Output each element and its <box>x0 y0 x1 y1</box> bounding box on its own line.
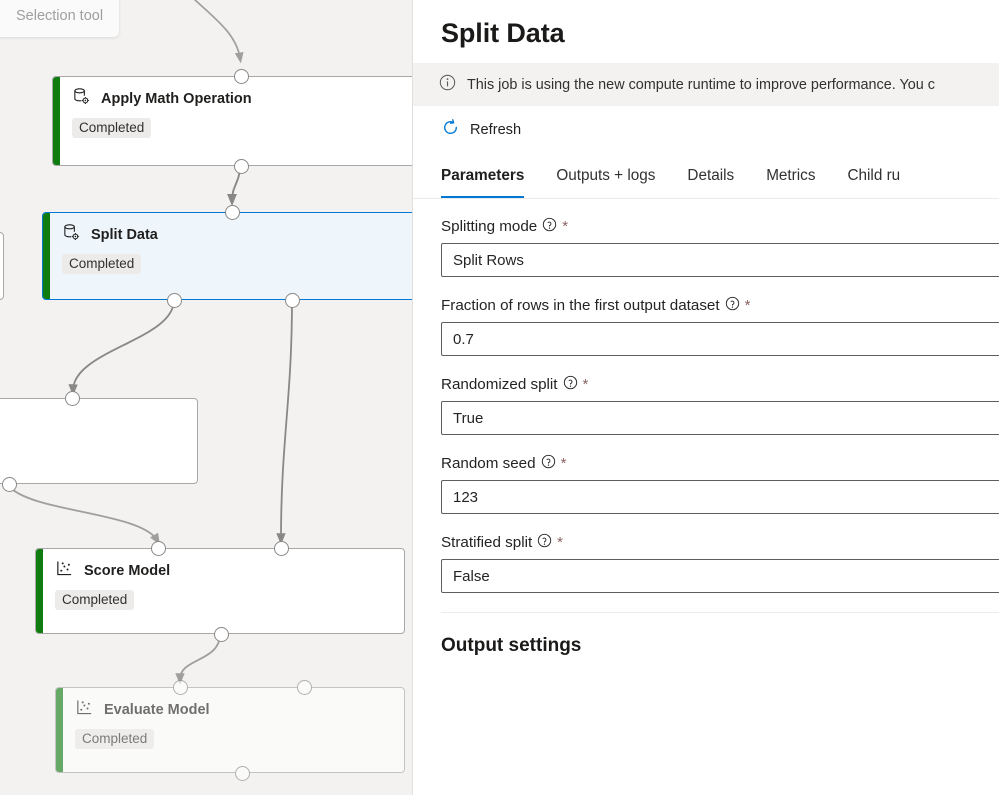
node-status-badge: Completed <box>62 254 142 274</box>
pipeline-node-partial-left[interactable] <box>0 232 4 300</box>
node-status-accent <box>56 688 63 772</box>
selection-tool-label: Selection tool <box>16 8 104 24</box>
panel-tabs: Parameters Outputs + logs Details Metric… <box>413 153 999 199</box>
random-seed-input[interactable] <box>441 480 999 514</box>
node-title: Apply Math Operation <box>101 91 252 107</box>
node-input-port[interactable] <box>65 391 80 406</box>
required-asterisk: * <box>562 218 569 235</box>
help-circle-icon[interactable] <box>563 375 578 394</box>
field-label-text: Splitting mode <box>441 218 538 235</box>
required-asterisk: * <box>560 455 567 472</box>
panel-title: Split Data <box>441 18 565 48</box>
help-circle-icon[interactable] <box>542 217 557 236</box>
stratified-split-input[interactable] <box>441 559 999 593</box>
node-title: Evaluate Model <box>104 702 210 718</box>
help-circle-icon[interactable] <box>541 454 556 473</box>
node-details-panel: Split Data This job is using the new com… <box>412 0 999 795</box>
node-status-badge: Completed <box>72 118 152 138</box>
tab-label: Parameters <box>441 166 525 184</box>
required-asterisk: * <box>582 376 589 393</box>
node-output-port-right[interactable] <box>285 293 300 308</box>
refresh-button[interactable]: Refresh <box>439 115 527 144</box>
pipeline-node-evaluate-model[interactable]: Evaluate Model Completed <box>55 680 405 781</box>
node-input-port[interactable] <box>225 205 240 220</box>
field-randomized-split: Randomized split * <box>441 375 999 435</box>
field-fraction-of-rows: Fraction of rows in the first output dat… <box>441 296 999 356</box>
pipeline-canvas[interactable]: Apply Math Operation Completed Split Dat… <box>0 0 412 795</box>
field-label: Randomized split * <box>441 375 999 394</box>
database-gear-icon <box>72 87 91 111</box>
node-title: Score Model <box>84 563 171 579</box>
node-input-port[interactable] <box>234 69 249 84</box>
database-gear-icon <box>62 223 81 247</box>
tab-details[interactable]: Details <box>671 153 750 198</box>
tab-label: Outputs + logs <box>556 166 656 184</box>
splitting-mode-input[interactable] <box>441 243 999 277</box>
fraction-of-rows-input[interactable] <box>441 322 999 356</box>
randomized-split-input[interactable] <box>441 401 999 435</box>
field-label-text: Stratified split <box>441 534 533 551</box>
required-asterisk: * <box>744 297 751 314</box>
tab-child-runs[interactable]: Child ru <box>831 153 916 198</box>
pipeline-node-apply-math-operation[interactable]: Apply Math Operation Completed <box>52 69 412 174</box>
node-status-badge: Completed <box>75 729 155 749</box>
refresh-icon <box>441 118 460 141</box>
pipeline-node-score-model[interactable]: Score Model Completed <box>35 541 405 642</box>
field-stratified-split: Stratified split * <box>441 533 999 593</box>
field-label: Fraction of rows in the first output dat… <box>441 296 999 315</box>
help-circle-icon[interactable] <box>725 296 740 315</box>
selection-tool-tooltip: Selection tool <box>0 0 120 37</box>
node-input-port-right[interactable] <box>297 680 312 695</box>
info-banner-text: This job is using the new compute runtim… <box>467 76 935 93</box>
parameters-form: Splitting mode * Fraction of rows in the… <box>413 199 999 613</box>
node-status-accent <box>43 213 50 299</box>
scatter-plot-icon <box>55 559 74 583</box>
help-circle-icon[interactable] <box>537 533 552 552</box>
info-circle-icon <box>439 74 456 95</box>
node-title: Split Data <box>91 227 158 243</box>
node-input-port-left[interactable] <box>173 680 188 695</box>
tab-outputs-logs[interactable]: Outputs + logs <box>540 153 671 198</box>
node-input-port-left[interactable] <box>151 541 166 556</box>
node-status-badge: Completed <box>55 590 135 610</box>
node-output-port[interactable] <box>214 627 229 642</box>
tab-label: Metrics <box>766 166 816 184</box>
node-output-port-left[interactable] <box>167 293 182 308</box>
field-random-seed: Random seed * <box>441 454 999 514</box>
field-label: Stratified split * <box>441 533 999 552</box>
tab-parameters[interactable]: Parameters <box>441 153 540 198</box>
field-splitting-mode: Splitting mode * <box>441 217 999 277</box>
tab-label: Child ru <box>847 166 901 184</box>
output-settings-heading: Output settings <box>441 635 582 656</box>
node-status-accent <box>53 77 60 165</box>
tab-label: Details <box>687 166 735 184</box>
application-window: Apply Math Operation Completed Split Dat… <box>0 0 999 795</box>
field-label-text: Randomized split <box>441 376 558 393</box>
command-bar: Refresh <box>413 106 999 153</box>
node-output-port[interactable] <box>234 159 249 174</box>
pipeline-node-split-data[interactable]: Split Data Completed <box>42 205 412 308</box>
field-label: Splitting mode * <box>441 217 999 236</box>
info-banner: This job is using the new compute runtim… <box>413 63 999 106</box>
field-label-text: Random seed <box>441 455 536 472</box>
node-output-port[interactable] <box>235 766 250 781</box>
node-input-port-right[interactable] <box>274 541 289 556</box>
field-label: Random seed * <box>441 454 999 473</box>
pipeline-node-untitled[interactable] <box>0 391 198 492</box>
tab-metrics[interactable]: Metrics <box>750 153 831 198</box>
node-status-accent <box>36 549 43 633</box>
scatter-plot-icon <box>75 698 94 722</box>
refresh-label: Refresh <box>470 121 522 138</box>
node-output-port[interactable] <box>2 477 17 492</box>
field-label-text: Fraction of rows in the first output dat… <box>441 297 720 314</box>
required-asterisk: * <box>557 534 564 551</box>
